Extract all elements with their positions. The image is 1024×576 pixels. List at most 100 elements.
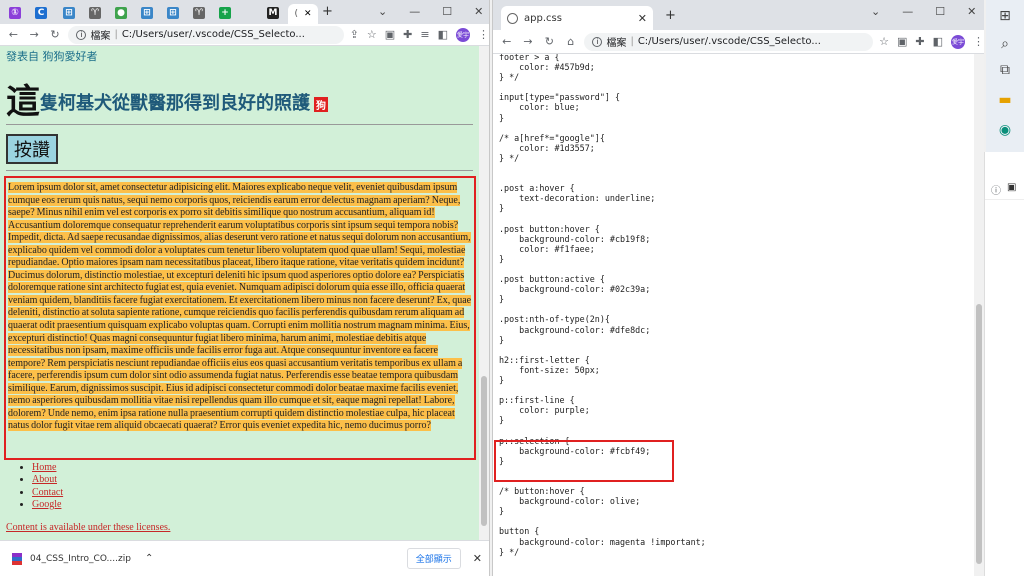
scrollbar-thumb[interactable] <box>976 304 982 564</box>
notion-extension-icon[interactable]: ▣ <box>897 35 907 48</box>
info-icon[interactable]: i <box>592 36 603 47</box>
tab-2[interactable]: C <box>30 4 52 22</box>
side-panel-icon[interactable]: ◧ <box>438 28 448 41</box>
right-tab-strip: app.css ✕ + ⌄ — ☐ ✕ <box>493 0 984 30</box>
list-item: Google <box>32 499 63 511</box>
window-controls: ⌄ — ☐ ✕ <box>378 0 483 22</box>
tab-10[interactable]: M <box>262 4 284 22</box>
minimize-button[interactable]: — <box>902 5 913 18</box>
notion-extension-icon: ▣ <box>1007 182 1017 193</box>
like-button[interactable]: 按讚 <box>6 134 58 164</box>
maximize-button[interactable]: ☐ <box>442 5 452 18</box>
file-explorer-icon[interactable]: ▬ <box>996 92 1014 108</box>
new-tab-button[interactable]: + <box>322 4 333 19</box>
selected-paragraph-highlight: Lorem ipsum dolor sit, amet consectetur … <box>4 176 476 460</box>
tab-favicon: M <box>267 7 279 19</box>
toolbar-icons: ☆ ▣ ✚ ◧ 愛宇 ⋮ <box>879 34 984 49</box>
windows-logo-icon[interactable]: ⊞ <box>996 8 1014 24</box>
reload-icon[interactable]: ↻ <box>48 28 63 41</box>
tab-favicon: ● <box>115 7 127 19</box>
task-view-icon[interactable]: ⧉ <box>996 62 1014 78</box>
list-item: Contact <box>32 487 63 499</box>
scrollbar-thumb[interactable] <box>481 376 487 526</box>
edge-browser-icon[interactable]: ◉ <box>996 122 1014 138</box>
tab-favicon: ① <box>9 7 21 19</box>
reading-list-icon[interactable]: ≡ <box>420 28 429 41</box>
minimize-button[interactable]: — <box>409 5 420 18</box>
search-icon[interactable]: ⌕ <box>996 36 1014 52</box>
tab-4[interactable]: ♈ <box>84 4 106 22</box>
side-panel-icon[interactable]: ◧ <box>933 35 943 48</box>
list-item: Home <box>32 462 63 474</box>
download-filename[interactable]: 04_CSS_Intro_CO....zip <box>30 554 131 564</box>
tab-search-icon[interactable]: ⌄ <box>378 5 387 18</box>
bookmark-star-icon[interactable]: ☆ <box>879 35 889 48</box>
tab-favicon: ⊞ <box>141 7 153 19</box>
web-page: 發表自 狗狗愛好者 這隻柯基犬從獸醫那得到良好的照護狗 按讚 Lorem ips… <box>0 46 479 576</box>
profile-avatar[interactable]: 愛宇 <box>456 27 470 42</box>
chevron-up-icon[interactable]: ⌃ <box>145 553 153 564</box>
tab-8[interactable]: ♈ <box>188 4 210 22</box>
divider <box>6 170 473 171</box>
close-download-bar-icon[interactable]: ✕ <box>473 552 482 565</box>
close-tab-icon[interactable]: ✕ <box>638 12 647 25</box>
show-all-button[interactable]: 全部顯示 <box>406 548 461 569</box>
home-icon[interactable]: ⌂ <box>563 35 578 48</box>
selection-rule-highlight <box>494 440 674 482</box>
tab-6[interactable]: ⊞ <box>136 4 158 22</box>
tab-1[interactable]: ① <box>4 4 26 22</box>
tab-app-css[interactable]: app.css ✕ <box>501 6 653 30</box>
tab-search-icon[interactable]: ⌄ <box>871 5 880 18</box>
tab-7[interactable]: ⊞ <box>162 4 184 22</box>
left-toolbar: ← → ↻ i 檔案 | C:/Users/user/.vscode/CSS_S… <box>0 24 489 46</box>
address-separator: | <box>114 29 118 40</box>
link-google[interactable]: Google <box>32 499 61 510</box>
nav-link-list: Home About Contact Google <box>32 462 63 511</box>
close-tab-icon[interactable]: ✕ <box>304 9 312 19</box>
license-link[interactable]: Content is available under these license… <box>6 522 170 533</box>
link-contact[interactable]: Contact <box>32 487 63 498</box>
reload-icon[interactable]: ↻ <box>542 35 557 48</box>
info-icon: ⓘ <box>991 186 1001 197</box>
tab-active[interactable]: ( ✕ <box>288 4 318 24</box>
maximize-button[interactable]: ☐ <box>935 5 945 18</box>
back-arrow-icon[interactable]: ← <box>6 28 21 41</box>
background-window-toolbar: ⓘ ▣ <box>985 178 1024 200</box>
tab-5[interactable]: ● <box>110 4 132 22</box>
tab-favicon: ⊞ <box>63 7 75 19</box>
info-icon[interactable]: i <box>76 29 87 40</box>
post-paragraph[interactable]: Lorem ipsum dolor sit, amet consectetur … <box>8 182 472 433</box>
window-controls: ⌄ — ☐ ✕ <box>871 0 976 22</box>
extensions-puzzle-icon[interactable]: ✚ <box>403 28 412 41</box>
address-separator: | <box>630 36 634 47</box>
headline-text: 隻柯基犬從獸醫那得到良好的照護 <box>40 93 310 114</box>
forward-arrow-icon[interactable]: → <box>27 28 42 41</box>
menu-kebab-icon[interactable]: ⋮ <box>478 28 489 41</box>
close-window-button[interactable]: ✕ <box>967 5 976 18</box>
forward-arrow-icon[interactable]: → <box>520 35 535 48</box>
address-bar[interactable]: i 檔案 | C:/Users/user/.vscode/CSS_Selecto… <box>584 32 874 51</box>
share-icon[interactable]: ⇪ <box>350 28 359 41</box>
selected-text: Lorem ipsum dolor sit, amet consectetur … <box>8 182 472 432</box>
address-bar[interactable]: i 檔案 | C:/Users/user/.vscode/CSS_Selecto… <box>68 25 344 44</box>
tab-3[interactable]: ⊞ <box>58 4 80 22</box>
left-scrollbar[interactable] <box>479 46 489 540</box>
bookmark-star-icon[interactable]: ☆ <box>367 28 377 41</box>
right-scrollbar[interactable] <box>974 54 984 576</box>
notion-extension-icon[interactable]: ▣ <box>385 28 395 41</box>
close-window-button[interactable]: ✕ <box>474 5 483 18</box>
tab-favicon: ♈ <box>193 7 205 19</box>
menu-kebab-icon[interactable]: ⋮ <box>973 35 984 48</box>
link-about[interactable]: About <box>32 474 57 485</box>
profile-avatar[interactable]: 愛宇 <box>951 34 965 49</box>
link-home[interactable]: Home <box>32 462 56 473</box>
toolbar-icons: ⇪ ☆ ▣ ✚ ≡ ◧ 愛宇 ⋮ <box>350 27 489 42</box>
tab-9[interactable]: + <box>214 4 236 22</box>
address-prefix: 檔案 <box>606 38 627 49</box>
back-arrow-icon[interactable]: ← <box>499 35 514 48</box>
tab-title: app.css <box>524 12 562 24</box>
extensions-puzzle-icon[interactable]: ✚ <box>915 35 924 48</box>
tab-favicon: ♈ <box>89 7 101 19</box>
new-tab-button[interactable]: + <box>665 8 676 23</box>
right-browser-window: app.css ✕ + ⌄ — ☐ ✕ ← → ↻ ⌂ i 檔案 | C:/Us… <box>492 0 984 576</box>
